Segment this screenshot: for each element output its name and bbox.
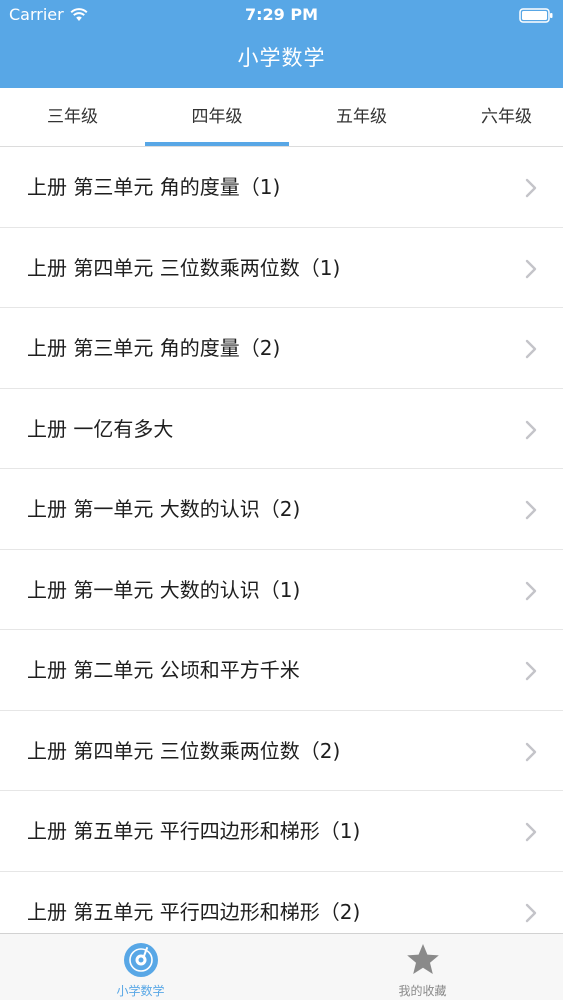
tab-grade-4[interactable]: 四年级 (145, 88, 289, 146)
app-screen: Carrier 7:29 PM 小学数学 三年级 四年级 五年级 六年级 上册 … (0, 0, 563, 1000)
bottom-tab-bar: 小学数学 我的收藏 (0, 933, 563, 1000)
list-item[interactable]: 上册 一亿有多大 (0, 389, 563, 469)
list-item[interactable]: 上册 第四单元 三位数乘两位数（1) (0, 228, 563, 308)
list-item[interactable]: 上册 第二单元 公顷和平方千米 (0, 630, 563, 711)
disc-icon (123, 943, 158, 977)
header: Carrier 7:29 PM 小学数学 (0, 0, 563, 88)
chevron-right-icon (525, 742, 537, 761)
list-item[interactable]: 上册 第五单元 平行四边形和梯形（1) (0, 791, 563, 872)
tab-grade-3[interactable]: 三年级 (0, 88, 145, 146)
tabbar-label-favorites: 我的收藏 (398, 984, 447, 998)
status-time: 7:29 PM (244, 5, 318, 24)
list-item[interactable]: 上册 第三单元 角的度量（1) (0, 147, 563, 228)
list-item-label: 上册 第一单元 大数的认识（2) (27, 497, 301, 521)
status-bar: Carrier 7:29 PM (0, 0, 563, 30)
list-item-label: 上册 第五单元 平行四边形和梯形（1) (27, 819, 361, 843)
tab-active-indicator (145, 142, 289, 146)
chevron-right-icon (525, 178, 537, 198)
tab-grade-6[interactable]: 六年级 (434, 88, 563, 146)
list-item-label: 上册 一亿有多大 (27, 416, 174, 441)
list-item-label: 上册 第三单元 角的度量（1) (27, 175, 281, 199)
list-item-label: 上册 第四单元 三位数乘两位数（2) (27, 738, 341, 763)
grade-tabs: 三年级 四年级 五年级 六年级 (0, 88, 563, 147)
chevron-right-icon (525, 581, 537, 600)
list-item-label: 上册 第三单元 角的度量（2) (27, 336, 281, 360)
tab-grade-5[interactable]: 五年级 (289, 88, 434, 146)
list-item[interactable]: 上册 第一单元 大数的认识（1) (0, 550, 563, 630)
chevron-right-icon (525, 500, 537, 520)
list-item-label: 上册 第一单元 大数的认识（1) (27, 577, 301, 602)
chevron-right-icon (525, 420, 537, 439)
tabbar-label-math: 小学数学 (116, 984, 165, 998)
list-item[interactable]: 上册 第四单元 三位数乘两位数（2) (0, 711, 563, 791)
list-item[interactable]: 上册 第五单元 平行四边形和梯形（2) (0, 872, 563, 934)
chevron-right-icon (525, 259, 537, 278)
chevron-right-icon (525, 822, 537, 842)
list-item-label: 上册 第四单元 三位数乘两位数（1) (27, 255, 341, 280)
tabbar-item-math[interactable]: 小学数学 (0, 934, 281, 1000)
star-icon (406, 944, 439, 974)
chevron-right-icon (525, 661, 537, 681)
tabbar-item-favorites[interactable]: 我的收藏 (282, 934, 563, 1000)
list-item[interactable]: 上册 第一单元 大数的认识（2) (0, 469, 563, 550)
list-item[interactable]: 上册 第三单元 角的度量（2) (0, 308, 563, 389)
battery-icon (519, 8, 553, 23)
chevron-right-icon (525, 339, 537, 359)
page-title: 小学数学 (237, 46, 326, 70)
lesson-list: 上册 第三单元 角的度量（1) 上册 第四单元 三位数乘两位数（1) 上册 第三… (0, 147, 563, 933)
chevron-right-icon (525, 903, 537, 922)
list-item-label: 上册 第五单元 平行四边形和梯形（2) (27, 899, 361, 924)
list-item-label: 上册 第二单元 公顷和平方千米 (27, 658, 300, 682)
